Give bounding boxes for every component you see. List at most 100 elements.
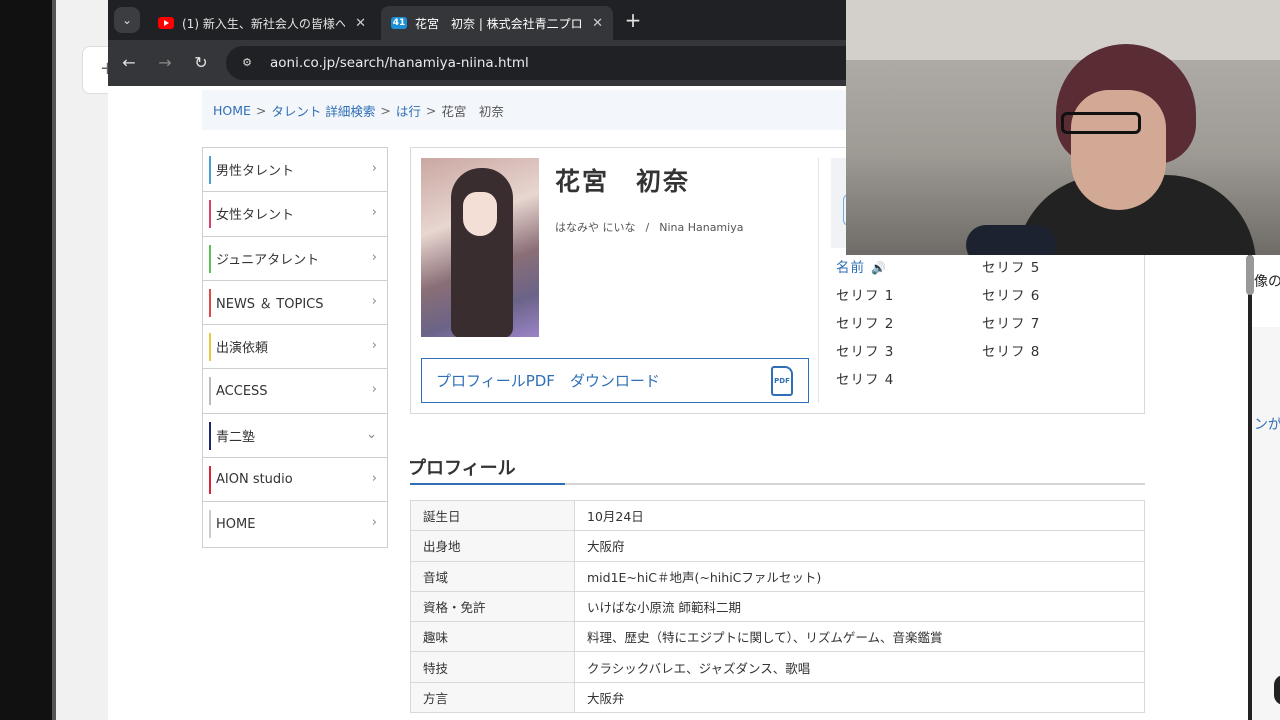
aoni-icon: 41 [391, 17, 407, 29]
chevron-right-icon: › [371, 205, 377, 221]
tab-title: 花宮 初奈 | 株式会社青二プロダ [415, 16, 583, 31]
breadcrumb-separator: > [380, 102, 391, 118]
sidenav-item-label: 出演依頼 [216, 341, 269, 357]
table-row: 特技 クラシックバレエ、ジャズダンス、歌唱 [410, 651, 1145, 683]
sidenav-color-bar [209, 377, 211, 406]
right-window-button[interactable] [1274, 675, 1280, 705]
chevron-right-icon: › [371, 293, 377, 309]
tab-aoni[interactable]: 41 花宮 初奈 | 株式会社青二プロダ ✕ [381, 6, 613, 40]
sidenav-item-label: 男性タレント [216, 164, 295, 180]
tab-search-chevron-down-icon[interactable]: ⌄ [114, 7, 140, 33]
table-row: 音域 mid1E~hiC＃地声(~hihiCファルセット) [410, 560, 1145, 592]
scrollbar[interactable] [1246, 255, 1254, 295]
table-row-label: 音域 [410, 560, 575, 592]
forward-arrow-icon[interactable]: → [152, 50, 178, 76]
sidenav-item-label: 青二塾 [216, 429, 256, 445]
right-window-text: 像の [1254, 274, 1280, 290]
talent-photo [421, 158, 539, 337]
voice-line-button[interactable]: セリフ 3 [836, 340, 894, 360]
breadcrumb-separator: > [425, 102, 437, 118]
tab-youtube[interactable]: (1) 新入生、新社会人の皆様へお ✕ [148, 6, 376, 40]
sidenav-item-label: NEWS ＆ TOPICS [216, 297, 324, 313]
table-row-value: 料理、歴史（特にエジプトに関して）、リズムゲーム、音楽鑑賞 [574, 621, 1145, 653]
url-text: aoni.co.jp/search/hanamiya-niina.html [270, 55, 529, 71]
sidenav-color-bar [209, 333, 211, 362]
breadcrumb-search-link[interactable]: タレント 詳細検索 [271, 101, 375, 120]
voice-line-button[interactable]: セリフ 7 [982, 312, 1040, 332]
breadcrumb-current: 花宮 初奈 [441, 103, 504, 119]
breadcrumb-home-link[interactable]: HOME [213, 103, 251, 118]
right-window-panel [1252, 327, 1280, 720]
webcam-person-glasses [1061, 112, 1141, 134]
talent-name: 花宮 初奈 [555, 167, 691, 196]
webcam-background [846, 0, 1280, 60]
voice-line-button[interactable]: セリフ 1 [836, 284, 894, 304]
chevron-right-icon: › [371, 515, 377, 531]
close-icon[interactable]: ✕ [355, 16, 366, 31]
photo-face [463, 192, 497, 236]
table-row: 出身地 大阪府 [410, 530, 1145, 562]
back-arrow-icon[interactable]: ← [116, 50, 142, 76]
sidenav-item-male-talent[interactable]: 男性タレント › [203, 148, 387, 193]
table-row-value: いけばな小原流 師範科二期 [574, 590, 1145, 623]
profile-section-heading: プロフィール [408, 458, 516, 479]
table-row: 趣味 料理、歴史（特にエジプトに関して）、リズムゲーム、音楽鑑賞 [410, 621, 1145, 653]
tab-title: (1) 新入生、新社会人の皆様へお [182, 16, 346, 31]
profile-pdf-download-button[interactable]: プロフィールPDF ダウンロード PDF [421, 358, 809, 403]
voice-line-button[interactable]: セリフ 2 [836, 312, 894, 332]
new-tab-plus-icon[interactable]: + [620, 8, 646, 34]
pdf-button-label: プロフィールPDF ダウンロード [436, 372, 660, 390]
voice-line-button[interactable]: セリフ 5 [982, 256, 1040, 276]
voice-line-button[interactable]: セリフ 6 [982, 284, 1040, 304]
voice-line-button[interactable]: セリフ 4 [836, 368, 894, 388]
table-row-value: mid1E~hiC＃地声(~hihiCファルセット) [574, 560, 1145, 592]
table-row-value: 10月24日 [574, 499, 1145, 532]
close-icon[interactable]: ✕ [592, 16, 603, 31]
pdf-file-icon: PDF [771, 366, 793, 396]
right-partial-window: 像の ンが [1246, 255, 1280, 720]
webcam-microphone [966, 225, 1056, 255]
table-row: 資格・免許 いけばな小原流 師範科二期 [410, 590, 1145, 623]
profile-table: 誕生日 10月24日 出身地 大阪府 音域 mid1E~hiC＃地声(~hihi… [410, 499, 1145, 714]
sidenav-color-bar [209, 200, 211, 229]
reload-icon[interactable]: ↻ [188, 50, 214, 76]
reading-kana: はなみや にいな [555, 221, 636, 234]
sidenav-item-news-topics[interactable]: NEWS ＆ TOPICS › [203, 281, 387, 326]
sidenav-color-bar [209, 510, 211, 539]
sidenav-item-home[interactable]: HOME › [203, 502, 387, 546]
sidenav-item-booking[interactable]: 出演依頼 › [203, 325, 387, 370]
chevron-right-icon: › [371, 382, 377, 398]
sidenav-item-aion-studio[interactable]: AION studio › [203, 458, 387, 503]
sidenav-color-bar [209, 244, 211, 273]
sidenav-item-female-talent[interactable]: 女性タレント › [203, 192, 387, 237]
sidenav-item-junior-talent[interactable]: ジュニアタレント › [203, 237, 387, 281]
table-row-label: 特技 [410, 651, 575, 683]
table-row-label: 誕生日 [410, 499, 575, 532]
breadcrumb-row-link[interactable]: は行 [396, 101, 421, 120]
heading-underline-accent [410, 483, 565, 485]
talent-reading: はなみや にいな / Nina Hanamiya [555, 219, 743, 235]
card-divider [818, 158, 819, 403]
site-settings-icon[interactable]: ⚙ [236, 52, 258, 74]
table-row: 誕生日 10月24日 [410, 499, 1145, 532]
table-row-value: クラシックバレエ、ジャズダンス、歌唱 [574, 651, 1145, 683]
table-row-value: 大阪弁 [574, 681, 1145, 714]
table-row-label: 趣味 [410, 621, 575, 653]
reading-slash: / [645, 221, 650, 234]
speaker-icon: 🔊 [871, 261, 887, 275]
sidenav-item-label: ジュニアタレント [216, 252, 320, 268]
sidenav-item-label: 女性タレント [216, 208, 295, 224]
table-row-label: 資格・免許 [410, 590, 575, 623]
left-desktop-edge [0, 0, 52, 720]
voice-name-button[interactable]: 名前 🔊 [836, 256, 887, 276]
chevron-right-icon: › [371, 471, 377, 487]
chevron-down-icon: ⌄ [366, 426, 377, 442]
reading-roman: Nina Hanamiya [659, 221, 744, 234]
webcam-overlay [846, 0, 1280, 255]
sidenav-item-aoni-juku[interactable]: 青二塾 ⌄ [203, 414, 387, 459]
table-row-label: 方言 [410, 681, 575, 714]
youtube-icon [158, 17, 174, 29]
sidenav-color-bar [209, 288, 211, 317]
sidenav-item-access[interactable]: ACCESS › [203, 369, 387, 414]
voice-line-button[interactable]: セリフ 8 [982, 340, 1040, 360]
